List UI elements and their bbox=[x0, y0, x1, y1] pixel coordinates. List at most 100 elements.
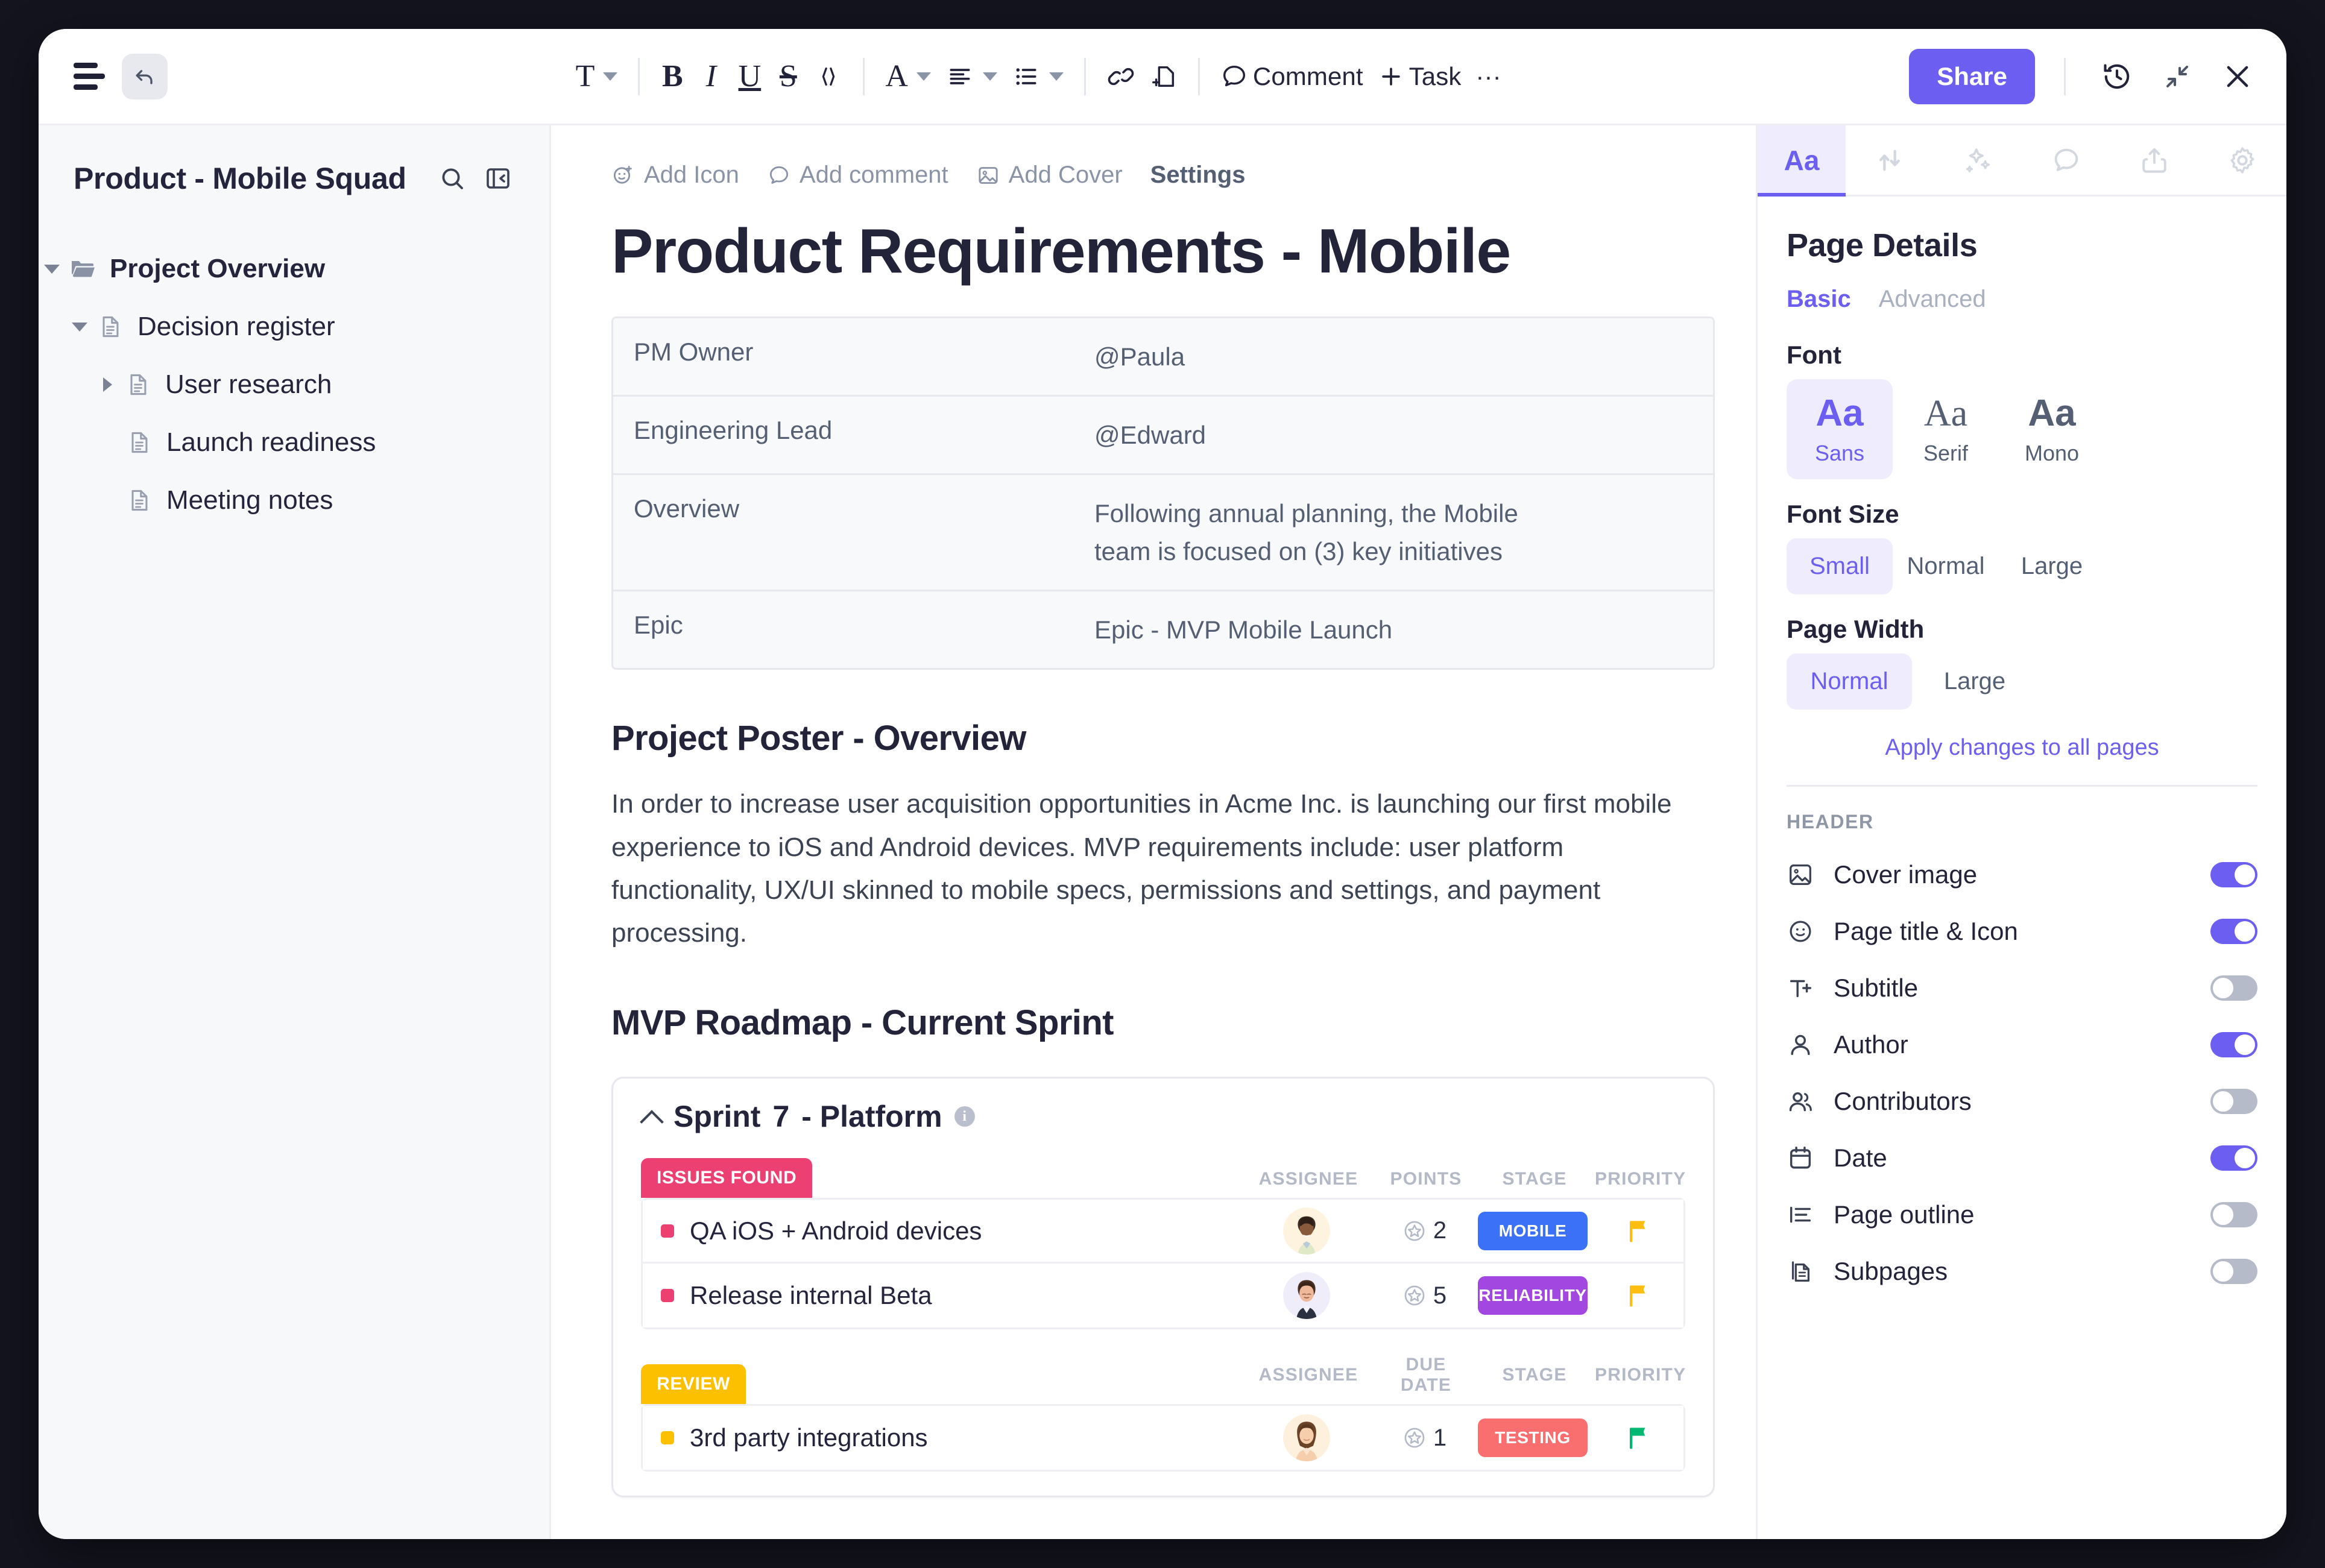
font-options: Aa Sans Aa Serif Aa Mono bbox=[1787, 379, 2257, 479]
toggle-switch[interactable] bbox=[2210, 919, 2257, 944]
add-cover-button[interactable]: Add Cover bbox=[976, 162, 1123, 189]
table-row[interactable]: QA iOS + Android devices 2 MOBILE bbox=[643, 1200, 1683, 1264]
twisty-right-icon[interactable] bbox=[94, 377, 121, 392]
history-button[interactable] bbox=[2095, 54, 2139, 99]
toggle-switch[interactable] bbox=[2210, 1032, 2257, 1057]
underline-button[interactable]: U bbox=[730, 54, 769, 99]
close-button[interactable] bbox=[2215, 54, 2260, 99]
toggle-label: Contributors bbox=[1834, 1087, 1972, 1115]
page-width-large[interactable]: Large bbox=[1912, 653, 2037, 710]
strikethrough-button[interactable]: S bbox=[769, 54, 807, 99]
chevron-down-icon bbox=[916, 72, 931, 81]
toggle-switch[interactable] bbox=[2210, 1089, 2257, 1114]
sidebar-search-button[interactable] bbox=[434, 160, 471, 197]
font-size-small[interactable]: Small bbox=[1787, 538, 1893, 594]
table-row[interactable]: Engineering Lead @Edward bbox=[613, 397, 1713, 476]
italic-button[interactable]: I bbox=[692, 54, 730, 99]
sidebar-item-user-research[interactable]: User research bbox=[39, 356, 549, 414]
code-button[interactable] bbox=[807, 54, 850, 99]
insert-page-button[interactable] bbox=[1143, 54, 1185, 99]
points-cell[interactable]: 5 bbox=[1376, 1282, 1472, 1309]
toggle-row-page-outline[interactable]: Page outline bbox=[1787, 1186, 2257, 1243]
text-style-button[interactable]: T bbox=[569, 54, 625, 99]
tab-page-details[interactable]: Aa bbox=[1758, 125, 1846, 197]
twisty-down-icon[interactable] bbox=[39, 264, 65, 274]
assignee-cell[interactable] bbox=[1237, 1272, 1376, 1320]
more-options-button[interactable]: ··· bbox=[1468, 54, 1508, 99]
subtab-advanced[interactable]: Advanced bbox=[1879, 286, 1986, 313]
status-badge[interactable]: REVIEW bbox=[641, 1364, 746, 1405]
assignee-cell[interactable] bbox=[1237, 1414, 1376, 1462]
toggle-switch[interactable] bbox=[2210, 1259, 2257, 1284]
tab-share[interactable] bbox=[2110, 125, 2198, 195]
info-icon[interactable]: i bbox=[954, 1106, 975, 1127]
stage-cell[interactable]: TESTING bbox=[1472, 1418, 1593, 1458]
priority-cell[interactable] bbox=[1593, 1425, 1683, 1451]
toggle-switch[interactable] bbox=[2210, 1145, 2257, 1171]
toggle-switch[interactable] bbox=[2210, 862, 2257, 887]
toggle-row-contributors[interactable]: Contributors bbox=[1787, 1073, 2257, 1130]
list-button[interactable] bbox=[1005, 54, 1071, 99]
toggle-row-page-title-icon[interactable]: Page title & Icon bbox=[1787, 903, 2257, 960]
table-row[interactable]: Epic Epic - MVP Mobile Launch bbox=[613, 591, 1713, 669]
priority-cell[interactable] bbox=[1593, 1282, 1683, 1309]
table-row[interactable]: Release internal Beta 5 RELIABILITY bbox=[643, 1264, 1683, 1328]
font-size-normal[interactable]: Normal bbox=[1893, 538, 1999, 594]
document-settings-button[interactable]: Settings bbox=[1150, 162, 1246, 189]
sidebar-item-launch-readiness[interactable]: Launch readiness bbox=[39, 414, 549, 471]
tab-comments[interactable] bbox=[2022, 125, 2110, 195]
chevron-up-icon[interactable] bbox=[641, 1106, 661, 1127]
assignee-cell[interactable] bbox=[1237, 1207, 1376, 1255]
apply-all-pages-link[interactable]: Apply changes to all pages bbox=[1787, 735, 2257, 761]
page-width-normal[interactable]: Normal bbox=[1787, 653, 1912, 710]
hamburger-menu-icon[interactable] bbox=[74, 59, 109, 94]
table-row[interactable]: PM Owner @Paula bbox=[613, 318, 1713, 397]
collapse-button[interactable] bbox=[2155, 54, 2200, 99]
points-value: 5 bbox=[1433, 1282, 1447, 1309]
sidebar-item-decision-register[interactable]: Decision register bbox=[39, 298, 549, 356]
subtab-basic[interactable]: Basic bbox=[1787, 286, 1851, 313]
stage-cell[interactable]: MOBILE bbox=[1472, 1211, 1593, 1250]
sidebar-item-project-overview[interactable]: Project Overview bbox=[39, 240, 549, 298]
add-icon-button[interactable]: Add Icon bbox=[611, 162, 739, 189]
font-option-mono[interactable]: Aa Mono bbox=[1999, 379, 2105, 479]
toggle-switch[interactable] bbox=[2210, 975, 2257, 1001]
toggle-row-cover-image[interactable]: Cover image bbox=[1787, 846, 2257, 903]
sidebar-collapse-button[interactable] bbox=[479, 160, 517, 197]
add-comment-button[interactable]: Add comment bbox=[767, 162, 948, 189]
toggle-row-subtitle[interactable]: Subtitle bbox=[1787, 960, 2257, 1016]
tab-ai[interactable] bbox=[1934, 125, 2022, 195]
priority-cell[interactable] bbox=[1593, 1218, 1683, 1244]
sidebar-item-meeting-notes[interactable]: Meeting notes bbox=[39, 471, 549, 529]
align-button[interactable] bbox=[938, 54, 1005, 99]
task-name: 3rd party integrations bbox=[690, 1423, 928, 1452]
share-button[interactable]: Share bbox=[1909, 48, 2035, 104]
tab-relationships[interactable] bbox=[1846, 125, 1934, 195]
font-option-sans[interactable]: Aa Sans bbox=[1787, 379, 1893, 479]
due-date-cell[interactable]: 1 bbox=[1376, 1425, 1472, 1452]
toggle-row-date[interactable]: Date bbox=[1787, 1130, 2257, 1186]
table-row[interactable]: Overview Following annual planning, the … bbox=[613, 475, 1713, 592]
undo-arrow-icon bbox=[136, 69, 153, 84]
bold-button[interactable]: B bbox=[653, 54, 692, 99]
points-cell[interactable]: 2 bbox=[1376, 1217, 1472, 1244]
undo-button[interactable] bbox=[122, 53, 168, 99]
status-badge[interactable]: ISSUES FOUND bbox=[641, 1158, 813, 1198]
toggle-switch[interactable] bbox=[2210, 1202, 2257, 1227]
font-color-button[interactable]: A bbox=[878, 54, 938, 99]
link-button[interactable] bbox=[1099, 54, 1143, 99]
table-row[interactable]: 3rd party integrations 1 TESTING bbox=[643, 1406, 1683, 1470]
column-header-points: POINTS bbox=[1390, 1169, 1462, 1189]
comment-button[interactable]: Comment bbox=[1213, 54, 1371, 99]
font-size-large[interactable]: Large bbox=[1999, 538, 2105, 594]
twisty-down-icon[interactable] bbox=[66, 322, 93, 332]
workspace-title: Product - Mobile Squad bbox=[74, 162, 406, 195]
task-button[interactable]: Task bbox=[1371, 54, 1469, 99]
close-x-icon bbox=[2227, 66, 2248, 87]
toggle-row-author[interactable]: Author bbox=[1787, 1016, 2257, 1073]
stage-cell[interactable]: RELIABILITY bbox=[1472, 1276, 1593, 1315]
font-option-serif[interactable]: Aa Serif bbox=[1893, 379, 1999, 479]
tab-settings[interactable] bbox=[2198, 125, 2286, 195]
toggle-row-subpages[interactable]: Subpages bbox=[1787, 1243, 2257, 1300]
sprint-header[interactable]: Sprint 7 - Platform i bbox=[613, 1099, 1713, 1134]
